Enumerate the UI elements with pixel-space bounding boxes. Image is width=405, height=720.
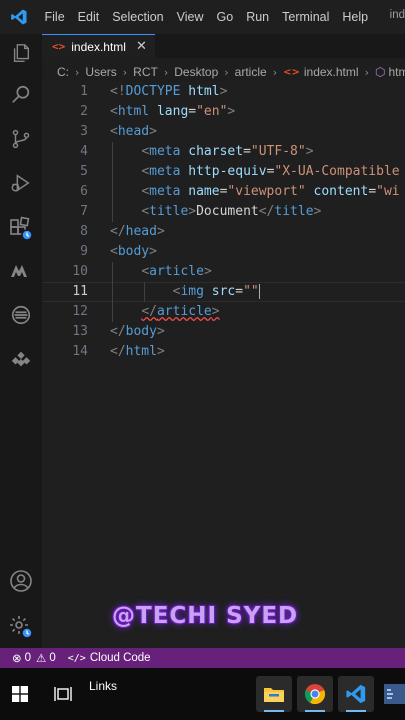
- menu-terminal[interactable]: Terminal: [276, 10, 336, 24]
- line-number: 10: [72, 264, 88, 279]
- chevron-right-icon: ›: [163, 65, 169, 79]
- chevron-right-icon: ›: [364, 65, 369, 79]
- breadcrumb-item[interactable]: C:: [57, 65, 69, 79]
- code-line: <!DOCTYPE html>: [110, 84, 228, 99]
- code-line-active: <img src="": [172, 284, 260, 299]
- code-line: <meta http-equiv="X-UA-Compatible: [141, 164, 400, 179]
- chevron-right-icon: ›: [272, 65, 278, 79]
- code-line: </body>: [110, 324, 165, 339]
- watermark-text: @TECHI SYED: [112, 603, 299, 629]
- remote-icon[interactable]: [6, 256, 36, 286]
- code-line: </head>: [110, 224, 165, 239]
- problems-indicator[interactable]: ⊗ 0 ⚠ 0: [12, 651, 56, 665]
- line-number: 12: [72, 304, 88, 319]
- line-number: 2: [80, 104, 88, 119]
- line-number: 8: [80, 224, 88, 239]
- settings-icon[interactable]: [6, 612, 36, 642]
- code-line: <title>Document</title>: [141, 204, 322, 219]
- task-view-icon[interactable]: [45, 676, 81, 712]
- line-number: 1: [80, 84, 88, 99]
- code-line: <article>: [141, 264, 212, 279]
- menu-run[interactable]: Run: [240, 10, 276, 24]
- account-icon[interactable]: [6, 566, 36, 596]
- line-number: 14: [72, 344, 88, 359]
- vscode-logo-icon[interactable]: [0, 0, 38, 34]
- breadcrumb-item[interactable]: article: [235, 65, 267, 79]
- chevron-right-icon: ›: [224, 65, 229, 79]
- chrome-icon[interactable]: [297, 676, 333, 712]
- docker-icon[interactable]: [6, 300, 36, 330]
- menu-go[interactable]: Go: [210, 10, 240, 24]
- html-file-icon: <>: [283, 66, 300, 78]
- line-number: 7: [80, 204, 88, 219]
- tab-label: index.html: [71, 39, 126, 54]
- element-cube-icon: ⬡: [374, 65, 386, 79]
- breadcrumb-item[interactable]: Desktop: [174, 65, 218, 79]
- error-count: 0: [24, 652, 32, 664]
- activity-bar: [0, 34, 42, 648]
- menu-bar: File Edit Selection View Go Run Terminal…: [0, 0, 405, 34]
- extensions-icon[interactable]: [6, 214, 36, 244]
- source-control-icon[interactable]: [6, 124, 36, 154]
- code-line: <meta charset="UTF-8">: [141, 144, 314, 159]
- line-number: 6: [80, 184, 88, 199]
- breadcrumb-item[interactable]: index.html: [304, 65, 359, 79]
- breadcrumb-item[interactable]: html: [388, 65, 405, 79]
- file-explorer-icon[interactable]: [256, 676, 292, 712]
- code-editor[interactable]: 1 2 3 4 5 6 7 8 9 10 11 12 13 14 <!DOCTY…: [42, 82, 405, 648]
- chevron-right-icon: ›: [75, 65, 80, 79]
- code-line: <html lang="en">: [110, 104, 236, 119]
- menu-help[interactable]: Help: [336, 10, 375, 24]
- code-line: <head>: [110, 124, 157, 139]
- line-number-active: 11: [72, 284, 88, 299]
- chevron-right-icon: ›: [122, 65, 128, 79]
- code-line: <body>: [110, 244, 157, 259]
- line-number: 3: [80, 124, 88, 139]
- menu-view[interactable]: View: [170, 10, 210, 24]
- error-icon: ⊗: [12, 653, 22, 665]
- gemini-icon[interactable]: [6, 344, 36, 374]
- breadcrumb-item[interactable]: RCT: [133, 65, 158, 79]
- breadcrumb-item[interactable]: Users: [85, 65, 116, 79]
- code-brackets-icon: </>: [67, 652, 86, 664]
- html-file-icon: <>: [52, 40, 66, 53]
- menu-file[interactable]: File: [38, 10, 71, 24]
- warning-count: 0: [49, 652, 56, 664]
- explorer-icon[interactable]: [6, 38, 36, 68]
- status-bar: ⊗ 0 ⚠ 0 </> Cloud Code: [0, 648, 405, 668]
- window-title: ind: [389, 9, 405, 21]
- code-line: </html>: [110, 344, 165, 359]
- windows-start-icon[interactable]: [2, 676, 38, 712]
- tab-index-html[interactable]: <> index.html ✕: [42, 34, 155, 58]
- cloud-code-status[interactable]: </> Cloud Code: [68, 652, 151, 664]
- code-line: <meta name="viewport" content="wi: [141, 184, 400, 199]
- cloud-code-label: Cloud Code: [89, 652, 151, 664]
- breadcrumb: C: › Users › RCT › Desktop › article › <…: [42, 62, 405, 82]
- line-number: 13: [72, 324, 88, 339]
- devtools-app-icon[interactable]: [384, 676, 405, 712]
- line-number: 5: [80, 164, 88, 179]
- line-number: 9: [80, 244, 88, 259]
- links-toolbar[interactable]: Links: [89, 679, 117, 693]
- menu-edit[interactable]: Edit: [71, 10, 106, 24]
- tab-strip: <> index.html ✕: [42, 34, 405, 58]
- close-icon[interactable]: ✕: [136, 39, 147, 54]
- line-number: 4: [80, 144, 88, 159]
- search-icon[interactable]: [6, 80, 36, 110]
- menu-selection[interactable]: Selection: [106, 10, 170, 24]
- run-debug-icon[interactable]: [6, 168, 36, 198]
- code-line: </article>: [141, 304, 220, 319]
- vscode-taskbar-icon[interactable]: [338, 676, 374, 712]
- warning-icon: ⚠: [36, 653, 47, 665]
- windows-taskbar: Links: [0, 668, 405, 720]
